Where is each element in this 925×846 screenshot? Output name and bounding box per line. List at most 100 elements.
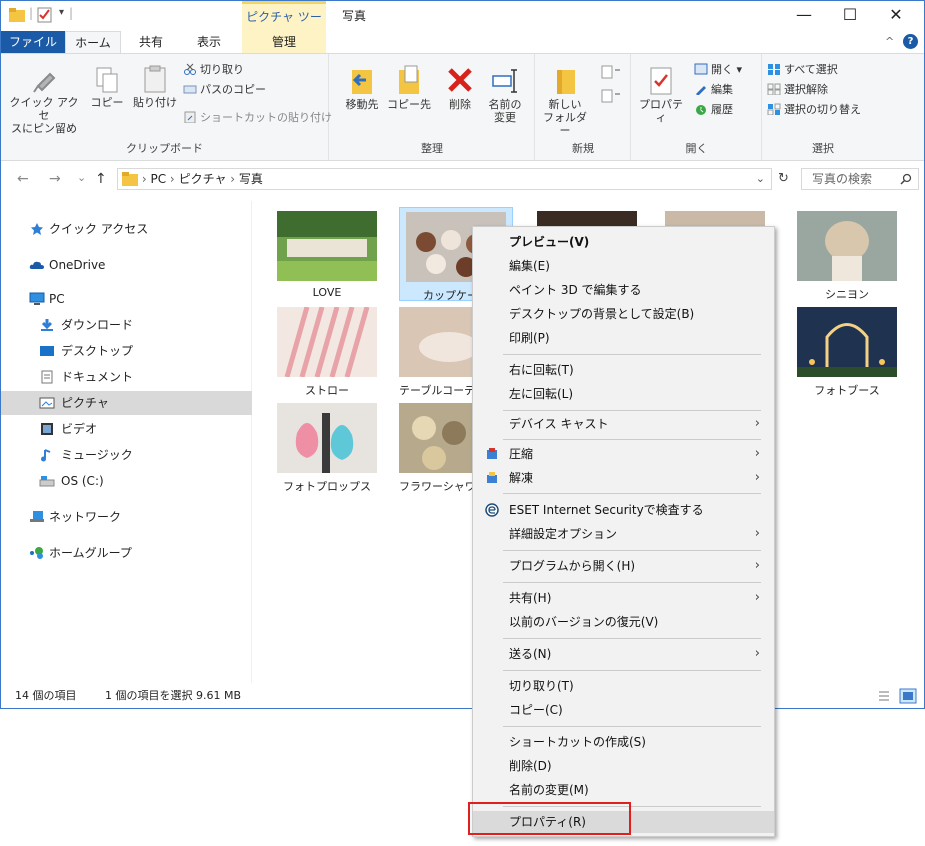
select-all-button[interactable]: すべて選択 bbox=[767, 62, 838, 78]
breadcrumb-photos[interactable]: 写真 bbox=[239, 172, 263, 186]
file-item-straw[interactable]: ストロー bbox=[271, 303, 383, 397]
pin-quick-access-button[interactable]: クイック アクセ スにピン留め bbox=[7, 64, 81, 135]
menu-item-paint3d[interactable]: ペイント 3D で編集する bbox=[473, 279, 774, 301]
help-icon[interactable]: ? bbox=[903, 34, 918, 49]
sidebar-item-music[interactable]: ミュージック bbox=[1, 443, 252, 467]
rename-button[interactable]: 名前の 変更 bbox=[482, 64, 528, 124]
menu-item-preview[interactable]: プレビュー(V) bbox=[473, 231, 774, 253]
copy-button[interactable]: コピー bbox=[85, 64, 129, 109]
close-button[interactable]: ✕ bbox=[873, 1, 919, 31]
tab-manage[interactable]: 管理 bbox=[242, 31, 326, 53]
search-input[interactable]: 写真の検索 bbox=[801, 168, 919, 190]
sidebar-item-videos[interactable]: ビデオ bbox=[1, 417, 252, 441]
refresh-button[interactable]: ↻ bbox=[778, 171, 789, 186]
file-item-photo-props[interactable]: フォトプロップス bbox=[271, 399, 383, 493]
sidebar-label: ビデオ bbox=[61, 422, 98, 436]
menu-item-print[interactable]: 印刷(P) bbox=[473, 327, 774, 349]
menu-label: 詳細設定オプション bbox=[509, 527, 618, 541]
address-path[interactable]: › PC › ピクチャ › 写真 ⌄ bbox=[117, 168, 772, 190]
copy-to-button[interactable]: コピー先 bbox=[386, 64, 432, 111]
sidebar-item-homegroup[interactable]: ホームグループ bbox=[1, 541, 252, 565]
hidden-thumbnail bbox=[665, 211, 765, 227]
file-item-love[interactable]: LOVE bbox=[271, 207, 383, 301]
recent-locations-button[interactable]: ⌄ bbox=[77, 171, 86, 184]
address-dropdown-icon[interactable]: ⌄ bbox=[756, 169, 765, 189]
select-all-label: すべて選択 bbox=[784, 63, 838, 76]
menu-item-send-to[interactable]: 送る(N) › bbox=[473, 643, 774, 665]
tab-view[interactable]: 表示 bbox=[183, 31, 235, 53]
history-button[interactable]: 履歴 bbox=[694, 102, 733, 118]
move-to-button[interactable]: 移動先 bbox=[340, 64, 384, 111]
collapse-ribbon-icon[interactable]: ^ bbox=[885, 35, 894, 48]
sidebar-item-pictures[interactable]: ピクチャ bbox=[1, 391, 252, 415]
breadcrumb-pc[interactable]: PC bbox=[150, 172, 166, 186]
selection-info: 1 個の項目を選択 9.61 MB bbox=[105, 689, 242, 702]
cut-button[interactable]: 切り取り bbox=[183, 62, 244, 78]
menu-label: デスクトップの背景として設定(B) bbox=[509, 307, 695, 321]
sidebar-item-pc[interactable]: PC bbox=[1, 287, 252, 311]
menu-item-rename[interactable]: 名前の変更(M) bbox=[473, 779, 774, 801]
title-bar: | ▾ | ピクチャ ツール 写真 — ☐ ✕ bbox=[1, 1, 924, 50]
new-folder-button[interactable]: 新しい フォルダー bbox=[540, 64, 590, 137]
menu-item-advanced-options[interactable]: 詳細設定オプション › bbox=[473, 523, 774, 545]
tab-home[interactable]: ホーム bbox=[65, 31, 121, 53]
ribbon-tabs: ファイル ホーム 共有 表示 管理 ^ ? bbox=[1, 31, 924, 53]
pin-label-2: スにピン留め bbox=[11, 122, 77, 135]
maximize-button[interactable]: ☐ bbox=[827, 1, 873, 31]
details-view-icon[interactable] bbox=[877, 689, 891, 703]
up-button[interactable]: ↑ bbox=[95, 171, 107, 187]
tab-share[interactable]: 共有 bbox=[125, 31, 177, 53]
customize-qa-icon[interactable]: ▾ bbox=[59, 7, 64, 18]
menu-label: 編集(E) bbox=[509, 259, 550, 273]
menu-item-edit[interactable]: 編集(E) bbox=[473, 255, 774, 277]
properties-button[interactable]: プロパティ bbox=[636, 64, 686, 124]
menu-item-share[interactable]: 共有(H) › bbox=[473, 587, 774, 609]
select-none-button[interactable]: 選択解除 bbox=[767, 82, 828, 98]
sidebar-item-network[interactable]: ネットワーク bbox=[1, 505, 252, 529]
paste-button[interactable]: 貼り付け bbox=[131, 64, 179, 109]
easy-access-icon[interactable] bbox=[600, 88, 622, 104]
menu-item-cut[interactable]: 切り取り(T) bbox=[473, 675, 774, 697]
copy-path-button[interactable]: パスのコピー bbox=[183, 82, 266, 98]
sidebar-item-downloads[interactable]: ダウンロード bbox=[1, 313, 252, 337]
menu-item-copy[interactable]: コピー(C) bbox=[473, 699, 774, 721]
sidebar-item-os-drive[interactable]: OS (C:) bbox=[1, 469, 252, 493]
scissors-icon bbox=[184, 63, 196, 75]
menu-item-extract[interactable]: 解凍 › bbox=[473, 467, 774, 489]
menu-item-rotate-right[interactable]: 右に回転(T) bbox=[473, 359, 774, 381]
sidebar-item-quick-access[interactable]: クイック アクセス bbox=[1, 217, 252, 241]
copy-to-label: コピー先 bbox=[387, 98, 431, 111]
delete-button[interactable]: 削除 bbox=[438, 64, 482, 111]
menu-item-create-shortcut[interactable]: ショートカットの作成(S) bbox=[473, 731, 774, 753]
menu-item-restore-versions[interactable]: 以前のバージョンの復元(V) bbox=[473, 611, 774, 633]
menu-item-delete[interactable]: 削除(D) bbox=[473, 755, 774, 777]
menu-item-device-cast[interactable]: デバイス キャスト › bbox=[473, 413, 774, 435]
back-button[interactable]: ← bbox=[17, 171, 29, 187]
sidebar-item-desktop[interactable]: デスクトップ bbox=[1, 339, 252, 363]
breadcrumb-pictures[interactable]: ピクチャ bbox=[179, 172, 227, 186]
minimize-button[interactable]: — bbox=[781, 1, 827, 31]
delete-label: 削除 bbox=[449, 98, 471, 111]
sidebar-item-onedrive[interactable]: OneDrive bbox=[1, 253, 252, 277]
file-item-chignon[interactable]: シニヨン bbox=[791, 207, 903, 301]
invert-selection-button[interactable]: 選択の切り替え bbox=[767, 102, 861, 118]
paste-shortcut-button[interactable]: ショートカットの貼り付け bbox=[183, 110, 332, 126]
menu-item-compress[interactable]: 圧縮 › bbox=[473, 443, 774, 465]
properties-quick-icon[interactable] bbox=[37, 7, 53, 23]
file-item-photo-booth[interactable]: フォトブース bbox=[791, 303, 903, 397]
menu-item-set-background[interactable]: デスクトップの背景として設定(B) bbox=[473, 303, 774, 325]
new-item-icon[interactable] bbox=[600, 64, 622, 80]
tab-file[interactable]: ファイル bbox=[1, 31, 65, 53]
menu-item-open-with[interactable]: プログラムから開く(H) › bbox=[473, 555, 774, 577]
file-item-table-coordinate[interactable]: テーブルコーディネート bbox=[399, 303, 481, 397]
forward-button[interactable]: → bbox=[49, 171, 61, 187]
menu-item-eset-scan[interactable]: ESET Internet Securityで検査する bbox=[473, 499, 774, 521]
sidebar-item-documents[interactable]: ドキュメント bbox=[1, 365, 252, 389]
file-item-flower-shower[interactable]: フラワーシャワー bbox=[399, 399, 481, 493]
large-icons-view-icon[interactable] bbox=[899, 688, 917, 704]
address-bar: ← → ⌄ ↑ › PC › ピクチャ › 写真 ⌄ ↻ 写真の検索 bbox=[1, 163, 924, 195]
open-button[interactable]: 開く ▾ bbox=[694, 62, 742, 78]
select-group: すべて選択 選択解除 選択の切り替え 選択 bbox=[763, 54, 883, 160]
menu-item-rotate-left[interactable]: 左に回転(L) bbox=[473, 383, 774, 405]
edit-button[interactable]: 編集 bbox=[694, 82, 733, 98]
